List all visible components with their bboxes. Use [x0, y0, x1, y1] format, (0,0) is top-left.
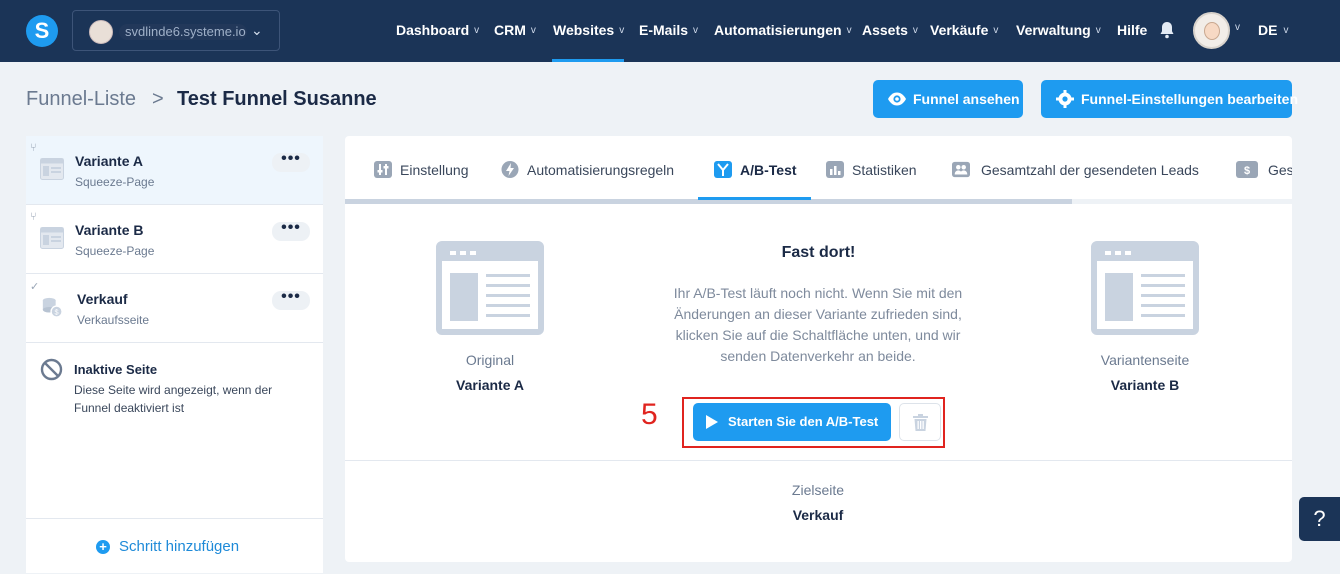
- nav-hilfe[interactable]: Hilfe: [1117, 22, 1147, 38]
- step-variante-b[interactable]: ⑂ Variante B Squeeze-Page •••: [26, 205, 323, 274]
- chevron-down-icon: v: [993, 25, 999, 36]
- bell-icon[interactable]: [1159, 21, 1175, 39]
- step-menu-button[interactable]: •••: [272, 151, 310, 172]
- chart-icon: [826, 161, 844, 178]
- nav-verwaltung[interactable]: Verwaltung v: [1016, 22, 1101, 38]
- user-avatar[interactable]: [1193, 12, 1230, 49]
- nav-websites[interactable]: Websites v: [553, 22, 624, 38]
- lightning-icon: [501, 161, 519, 178]
- chevron-down-icon: v: [530, 25, 536, 36]
- chevron-down-icon: v: [1283, 25, 1289, 36]
- squeeze-page-icon: [40, 227, 64, 249]
- breadcrumb-funnel-list[interactable]: Funnel-Liste: [26, 88, 136, 111]
- chevron-down-icon: v: [693, 25, 699, 36]
- step-menu-button[interactable]: •••: [272, 220, 310, 241]
- account-name: svdlinde6.systeme.io: [119, 24, 247, 40]
- systeme-logo[interactable]: S: [26, 15, 58, 47]
- original-value: Variante A: [456, 377, 524, 393]
- users-icon: [952, 161, 970, 178]
- sliders-icon: [374, 161, 392, 178]
- account-switcher[interactable]: svdlinde6.systeme.io ⌄: [72, 10, 280, 51]
- plus-circle-icon: +: [96, 540, 110, 554]
- nav-active-indicator: [552, 59, 624, 62]
- chevron-down-icon: v: [1095, 25, 1101, 36]
- sales-page-icon: $: [42, 297, 63, 318]
- target-label: Zielseite: [791, 482, 845, 498]
- start-ab-test-button[interactable]: Starten Sie den A/B-Test: [693, 403, 891, 441]
- top-navigation: S svdlinde6.systeme.io ⌄ Dashboard v CRM v…: [0, 0, 1340, 62]
- split-icon: ⑂: [30, 211, 37, 223]
- split-icon: [714, 161, 732, 178]
- play-icon: [706, 415, 718, 429]
- variant-value: Variante B: [1110, 377, 1180, 393]
- trash-icon: [913, 414, 928, 431]
- chevron-down-icon: v: [619, 25, 625, 36]
- svg-text:$: $: [1244, 165, 1250, 177]
- help-button[interactable]: ?: [1299, 497, 1340, 541]
- step-menu-button[interactable]: •••: [272, 289, 310, 310]
- language-switcher[interactable]: DE v: [1258, 22, 1288, 38]
- nav-crm[interactable]: CRM v: [494, 22, 536, 38]
- variant-label: Variantenseite: [1100, 352, 1190, 368]
- annotation-number: 5: [641, 398, 658, 431]
- page-title: Test Funnel Susanne: [177, 88, 377, 110]
- chevron-down-icon[interactable]: v: [1235, 22, 1240, 33]
- split-icon: ⑂: [30, 142, 37, 154]
- divider: [345, 460, 1292, 461]
- chevron-down-icon: v: [846, 25, 852, 36]
- check-icon: ✓: [30, 281, 40, 293]
- disabled-icon: [40, 358, 63, 381]
- nav-assets[interactable]: Assets v: [862, 22, 918, 38]
- inactive-page-title[interactable]: Inaktive Seite: [74, 362, 157, 377]
- breadcrumb-separator: >: [152, 88, 164, 110]
- svg-text:$: $: [55, 307, 59, 316]
- active-tab-indicator: [698, 197, 811, 200]
- target-value: Verkauf: [792, 507, 844, 523]
- step-variante-a[interactable]: ⑂ Variante A Squeeze-Page •••: [26, 136, 323, 205]
- chevron-down-icon: v: [474, 25, 480, 36]
- eye-icon: [888, 92, 906, 106]
- delete-variant-button[interactable]: [899, 403, 941, 441]
- nav-emails[interactable]: E-Mails v: [639, 22, 698, 38]
- account-avatar: [89, 20, 113, 44]
- original-label: Original: [465, 352, 515, 368]
- chevron-down-icon: ⌄: [251, 22, 263, 38]
- view-funnel-button[interactable]: Funnel ansehen: [873, 80, 1023, 118]
- inactive-page-description: Diese Seite wird angezeigt, wenn der Fun…: [74, 383, 273, 415]
- gear-icon: [1056, 90, 1074, 108]
- add-step-button[interactable]: + Schritt hinzufügen: [26, 518, 323, 573]
- funnel-steps-sidebar: ⑂ Variante A Squeeze-Page ••• ⑂ Variante…: [26, 136, 323, 573]
- nav-automatisierungen[interactable]: Automatisierungen v: [714, 22, 852, 38]
- chevron-down-icon: v: [912, 25, 918, 36]
- dollar-icon: $: [1236, 161, 1258, 178]
- step-verkauf[interactable]: ✓ $ Verkauf Verkaufsseite •••: [26, 274, 323, 343]
- squeeze-page-icon: [40, 158, 64, 180]
- abtest-message: Ihr A/B-Test läuft noch nicht. Wenn Sie …: [673, 285, 963, 364]
- abtest-heading: Fast dort!: [781, 244, 856, 261]
- nav-dashboard[interactable]: Dashboard v: [396, 22, 479, 38]
- edit-funnel-settings-button[interactable]: Funnel-Einstellungen bearbeiten: [1041, 80, 1298, 118]
- nav-verkaeufe[interactable]: Verkäufe v: [930, 22, 998, 38]
